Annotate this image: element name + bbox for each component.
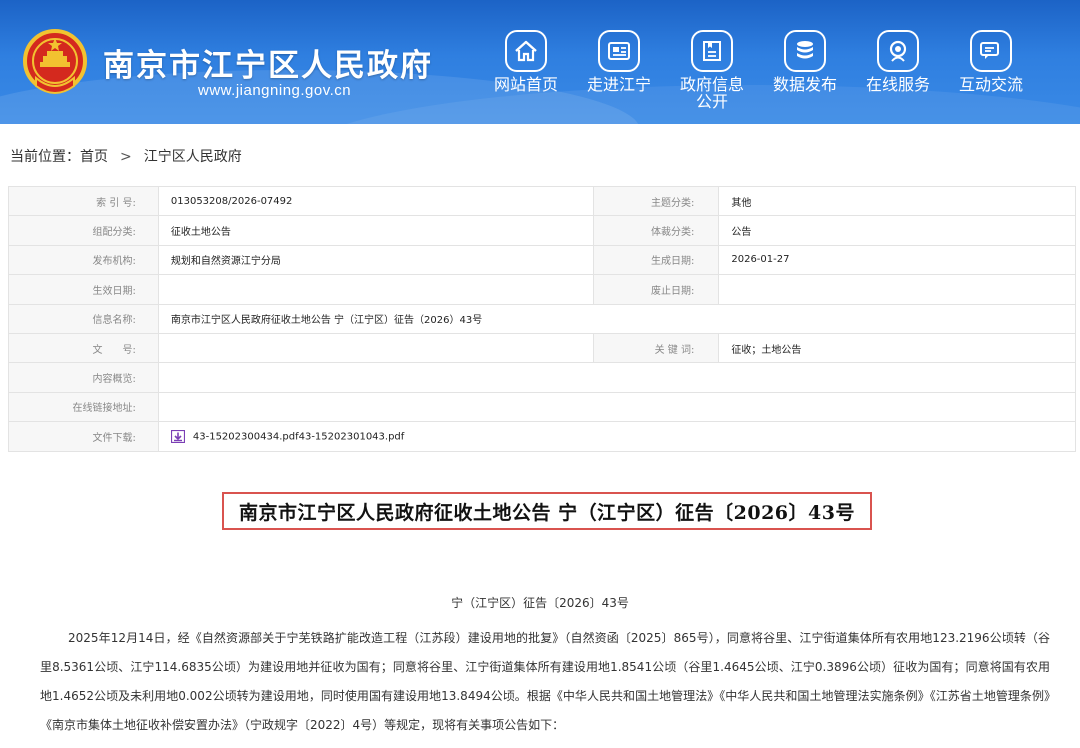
article-body: 2025年12月14日，经《自然资源部关于宁芜铁路扩能改造工程（江苏段）建设用地… (40, 624, 1050, 740)
file-download-cell: 43-15202300434.pdf43-15202301043.pdf (157, 421, 1077, 452)
table-row: 发布机构: 规划和自然资源江宁分局 生成日期: 2026-01-27 (8, 244, 1076, 276)
index-label: 索 引 号: (8, 185, 159, 217)
nav-label: 在线服务 (865, 75, 930, 94)
table-row: 信息名称: 南京市江宁区人民政府征收土地公告 宁（江宁区）征告（2026）43号 (8, 303, 1077, 334)
summary-label: 内容概览: (8, 362, 159, 393)
article-title: 南京市江宁区人民政府征收土地公告 宁（江宁区）征告〔2026〕43号 (239, 501, 855, 524)
topic-label: 主题分类: (593, 185, 720, 217)
article-title-highlight: 南京市江宁区人民政府征收土地公告 宁（江宁区）征告〔2026〕43号 (222, 492, 872, 530)
article-doc-number: 宁（江宁区）征告〔2026〕43号 (451, 596, 629, 610)
created-date-label: 生成日期: (593, 244, 720, 276)
effective-date-value (157, 274, 595, 305)
document-icon (691, 30, 733, 72)
nav-online-service[interactable]: 在线服务 (852, 30, 944, 93)
genre-label: 体裁分类: (593, 215, 720, 246)
repeal-date-label: 废止日期: (593, 274, 720, 305)
nav-label-line1: 政府信息 (679, 75, 744, 94)
nav-about[interactable]: 走进江宁 (573, 30, 665, 93)
main-nav: 网站首页 走进江宁 政府信息 公开 数据发布 在线服务 互动交流 (480, 30, 1080, 120)
effective-date-label: 生效日期: (8, 274, 159, 305)
database-icon (784, 30, 826, 72)
nav-label: 网站首页 (493, 75, 558, 94)
info-name-value: 南京市江宁区人民政府征收土地公告 宁（江宁区）征告（2026）43号 (157, 303, 1077, 334)
download-icon[interactable] (170, 429, 185, 443)
table-row: 内容概览: (8, 362, 1077, 393)
keywords-label: 关 键 词: (593, 332, 720, 364)
nav-home[interactable]: 网站首页 (480, 30, 572, 93)
keywords-value: 征收；土地公告 (718, 332, 1076, 364)
document-info-table: 索 引 号: 013053208/2026-07492 主题分类: 其他 组配分… (8, 185, 1077, 452)
category-label: 组配分类: (8, 215, 159, 246)
doc-number-value (157, 332, 595, 364)
online-link-value[interactable] (157, 391, 1077, 423)
table-row: 在线链接地址: (8, 391, 1077, 423)
file-download-link[interactable]: 43-15202300434.pdf43-15202301043.pdf (193, 431, 404, 442)
breadcrumb-prefix: 当前位置： (10, 149, 80, 165)
topic-value: 其他 (718, 185, 1076, 217)
genre-value: 公告 (718, 215, 1076, 246)
created-date-value: 2026-01-27 (718, 244, 1076, 276)
national-emblem-icon[interactable] (22, 28, 88, 100)
index-value: 013053208/2026-07492 (157, 185, 595, 217)
doc-number-label: 文 号: (8, 332, 159, 364)
site-url[interactable]: www.jiangning.gov.cn (198, 82, 351, 99)
nav-label: 互动交流 (958, 75, 1023, 94)
nav-data[interactable]: 数据发布 (759, 30, 851, 93)
publisher-value: 规划和自然资源江宁分局 (157, 244, 595, 276)
nav-interaction[interactable]: 互动交流 (945, 30, 1037, 93)
breadcrumb: 当前位置：首页 > 江宁区人民政府 (10, 146, 242, 166)
nav-gov-info[interactable]: 政府信息 公开 (666, 30, 758, 110)
newspaper-icon (598, 30, 640, 72)
publisher-label: 发布机构: (8, 244, 159, 276)
category-value: 征收土地公告 (157, 215, 595, 246)
summary-value (157, 362, 1077, 393)
home-icon (505, 30, 547, 72)
table-row: 文件下载: 43-15202300434.pdf43-15202301043.p… (8, 421, 1077, 452)
online-link-label: 在线链接地址: (8, 391, 159, 423)
table-row: 索 引 号: 013053208/2026-07492 主题分类: 其他 (8, 185, 1076, 217)
nav-label: 政府信息 公开 (666, 76, 758, 110)
file-download-label: 文件下载: (8, 421, 159, 452)
nav-label-line2: 公开 (695, 92, 728, 111)
site-header: 南京市江宁区人民政府 www.jiangning.gov.cn 网站首页 走进江… (0, 0, 1080, 124)
repeal-date-value (718, 274, 1076, 305)
site-title[interactable]: 南京市江宁区人民政府 (103, 40, 433, 85)
breadcrumb-separator: > (120, 149, 132, 165)
info-name-label: 信息名称: (8, 303, 159, 334)
search-service-icon (877, 30, 919, 72)
table-row: 生效日期: 废止日期: (8, 274, 1076, 305)
table-row: 文 号: 关 键 词: 征收；土地公告 (8, 332, 1076, 364)
breadcrumb-current[interactable]: 江宁区人民政府 (144, 149, 242, 165)
chat-icon (970, 30, 1012, 72)
article-paragraph: 2025年12月14日，经《自然资源部关于宁芜铁路扩能改造工程（江苏段）建设用地… (40, 631, 1050, 732)
table-row: 组配分类: 征收土地公告 体裁分类: 公告 (8, 215, 1076, 246)
nav-label: 数据发布 (772, 75, 837, 94)
nav-label: 走进江宁 (586, 75, 651, 94)
breadcrumb-home[interactable]: 首页 (80, 149, 108, 165)
